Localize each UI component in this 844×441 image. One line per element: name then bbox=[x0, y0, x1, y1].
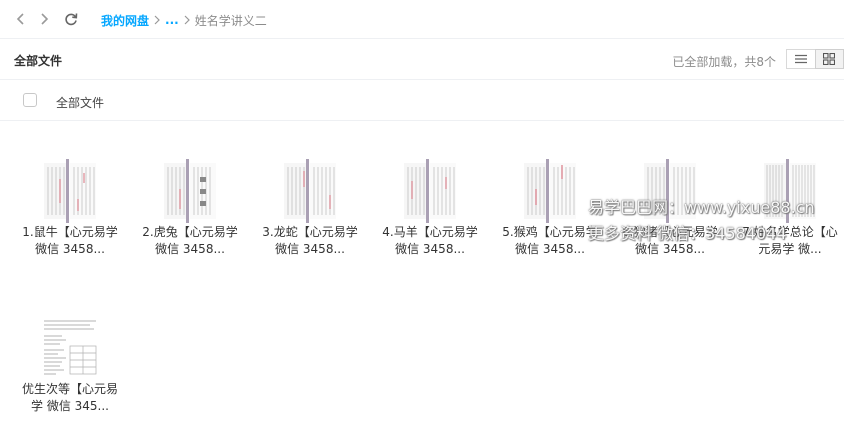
breadcrumb-ellipsis[interactable]: ... bbox=[165, 13, 179, 27]
document-thumbnail-icon bbox=[40, 159, 100, 223]
document-thumbnail-icon bbox=[40, 316, 100, 380]
chevron-right-icon bbox=[149, 14, 165, 26]
refresh-icon[interactable] bbox=[64, 12, 78, 26]
file-item[interactable]: 3.龙蛇【心元易学 微信 3458... bbox=[260, 121, 360, 256]
select-all-row: 全部文件 bbox=[0, 81, 844, 121]
file-item[interactable]: 1.鼠牛【心元易学 微信 3458... bbox=[20, 121, 120, 256]
list-icon bbox=[794, 54, 807, 64]
view-toggle bbox=[786, 49, 844, 69]
select-all-checkbox[interactable] bbox=[23, 93, 37, 107]
document-thumbnail-icon bbox=[400, 159, 460, 223]
watermark-overlay: 易学巴巴网：www.yixue88.cn 更多资料 微信：34584044 bbox=[588, 195, 844, 247]
chevron-right-icon bbox=[179, 14, 195, 26]
load-status: 已全部加载，共8个 bbox=[672, 55, 776, 69]
page-title: 全部文件 bbox=[14, 54, 63, 68]
file-name: 3.龙蛇【心元易学 微信 3458... bbox=[262, 225, 358, 256]
file-item[interactable]: 优生次等【心元易学 微信 345... bbox=[20, 278, 120, 413]
select-all-label: 全部文件 bbox=[56, 96, 105, 110]
breadcrumb-root[interactable]: 我的网盘 bbox=[101, 12, 149, 29]
file-grid: 1.鼠牛【心元易学 微信 3458... 2.虎兔【心元易学 微信 3458..… bbox=[0, 121, 844, 441]
watermark-line-2: 更多资料 微信：34584044 bbox=[588, 224, 787, 243]
grid-icon bbox=[823, 53, 836, 65]
back-icon[interactable] bbox=[14, 12, 28, 26]
forward-icon[interactable] bbox=[37, 12, 51, 26]
top-bar: 我的网盘 ... 姓名学讲义二 bbox=[0, 0, 844, 39]
breadcrumb-current: 姓名学讲义二 bbox=[194, 13, 267, 28]
file-name: 5.猴鸡【心元易学 微信 3458... bbox=[502, 225, 598, 256]
breadcrumb: 我的网盘 ... 姓名学讲义二 bbox=[101, 11, 267, 29]
list-view-button[interactable] bbox=[786, 49, 816, 69]
file-name: 优生次等【心元易学 微信 345... bbox=[21, 382, 118, 413]
file-item[interactable]: 2.虎兔【心元易学 微信 3458... bbox=[140, 121, 240, 256]
grid-view-button[interactable] bbox=[814, 49, 844, 69]
file-name: 2.虎兔【心元易学 微信 3458... bbox=[142, 225, 238, 256]
document-thumbnail-icon bbox=[520, 159, 580, 223]
document-thumbnail-icon bbox=[280, 159, 340, 223]
document-thumbnail-icon bbox=[160, 159, 220, 223]
file-name: 1.鼠牛【心元易学 微信 3458... bbox=[22, 225, 118, 256]
file-list-header: 全部文件 已全部加载，共8个 bbox=[0, 40, 844, 80]
file-item[interactable]: 5.猴鸡【心元易学 微信 3458... bbox=[500, 121, 600, 256]
file-item[interactable]: 4.马羊【心元易学 微信 3458... bbox=[380, 121, 480, 256]
file-name: 4.马羊【心元易学 微信 3458... bbox=[382, 225, 478, 256]
watermark-line-1: 易学巴巴网：www.yixue88.cn bbox=[588, 198, 815, 217]
